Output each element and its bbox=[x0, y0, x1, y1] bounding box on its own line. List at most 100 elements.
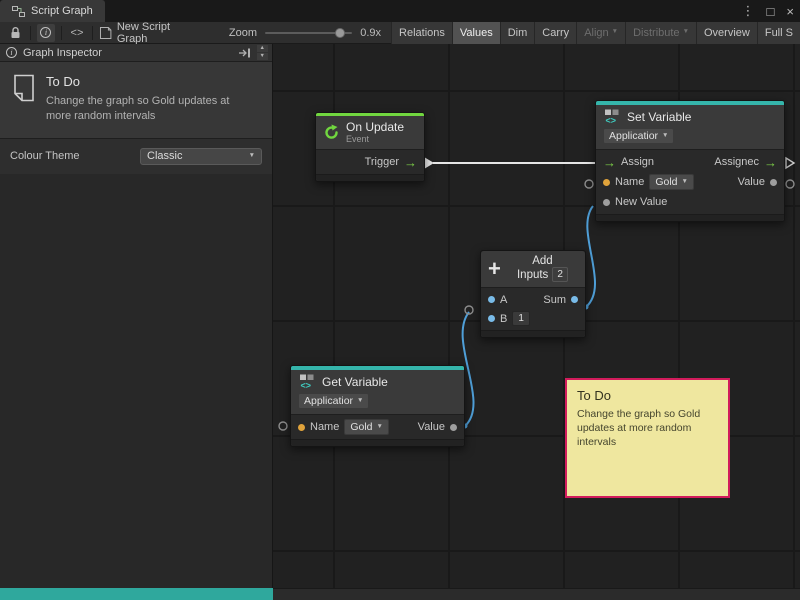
trigger-port-row[interactable]: Trigger → bbox=[316, 152, 424, 172]
outer-port-set-variable-value[interactable] bbox=[786, 180, 794, 188]
string-port-dot[interactable] bbox=[298, 424, 305, 431]
todo-text: Change the graph so Gold updates at more… bbox=[46, 94, 251, 124]
variable-scope-select[interactable]: Applicatior ▼ bbox=[298, 393, 369, 409]
dock-panel-icon[interactable] bbox=[238, 48, 251, 58]
caret-down-icon: ▼ bbox=[357, 398, 363, 405]
value-port-dot[interactable] bbox=[770, 179, 777, 186]
maximize-icon[interactable]: □ bbox=[767, 4, 775, 19]
panel-scroll-spinner: ▲ ▼ bbox=[257, 45, 268, 60]
outer-port-assigned-flow[interactable] bbox=[786, 158, 794, 168]
carry-button[interactable]: Carry bbox=[534, 22, 576, 44]
statusbar bbox=[273, 588, 800, 600]
new-value-port-label: New Value bbox=[615, 196, 667, 208]
code-icon[interactable]: <> bbox=[68, 24, 86, 42]
name-value-port-row[interactable]: Name Gold ▼ Value bbox=[291, 417, 464, 437]
node-add[interactable]: + Add Inputs 2 A Sum bbox=[480, 250, 586, 338]
distribute-button[interactable]: Distribute ▼ bbox=[625, 22, 696, 44]
new-value-port-row[interactable]: New Value bbox=[596, 192, 784, 212]
outer-port-get-variable-name[interactable] bbox=[279, 422, 287, 430]
b-value-input[interactable]: 1 bbox=[512, 311, 530, 326]
button-label: Carry bbox=[542, 27, 569, 39]
align-button[interactable]: Align▼ bbox=[576, 22, 625, 44]
variable-name-value: Gold bbox=[655, 176, 677, 188]
scroll-down-button[interactable]: ▼ bbox=[257, 53, 268, 60]
caret-down-icon: ▼ bbox=[683, 29, 689, 36]
string-port-dot[interactable] bbox=[603, 179, 610, 186]
value-port-dot[interactable] bbox=[450, 424, 457, 431]
name-value-port-row[interactable]: Name Gold ▼ Value bbox=[596, 172, 784, 192]
button-label: Relations bbox=[399, 27, 445, 39]
variable-scope-select[interactable]: Applicatior ▼ bbox=[603, 128, 674, 144]
sticky-note-title: To Do bbox=[577, 388, 718, 403]
button-label: Dim bbox=[508, 27, 528, 39]
values-button[interactable]: Values bbox=[452, 22, 500, 44]
add-plus-icon: + bbox=[488, 258, 501, 280]
b-port-label: B bbox=[500, 313, 507, 325]
assigned-port-label: Assignec bbox=[714, 156, 759, 168]
tab-script-graph[interactable]: Script Graph bbox=[0, 0, 105, 22]
lock-icon[interactable] bbox=[6, 24, 24, 42]
variable-name-select[interactable]: Gold ▼ bbox=[649, 174, 694, 190]
b-port-dot[interactable] bbox=[488, 315, 495, 322]
value-port-label: Value bbox=[418, 421, 445, 433]
zoom-label: Zoom bbox=[229, 27, 257, 39]
svg-text:<>: <> bbox=[606, 116, 617, 126]
flow-arrow-icon[interactable]: → bbox=[603, 156, 616, 169]
graph-inspector-header: i Graph Inspector ▲ ▼ bbox=[0, 44, 272, 62]
divider bbox=[92, 26, 93, 40]
node-title: Add bbox=[532, 255, 552, 267]
zoom-slider-handle[interactable] bbox=[335, 28, 345, 38]
scroll-up-button[interactable]: ▲ bbox=[257, 45, 268, 52]
flow-arrow-icon[interactable]: → bbox=[764, 156, 777, 169]
node-title: On Update bbox=[346, 120, 404, 134]
variables-icon: <> bbox=[298, 374, 316, 390]
variable-scope-value: Applicatior bbox=[609, 130, 658, 142]
window-controls: ⋮ □ × bbox=[742, 0, 794, 22]
todo-content: To Do Change the graph so Gold updates a… bbox=[46, 74, 251, 124]
a-port-dot[interactable] bbox=[488, 296, 495, 303]
zoom-slider[interactable] bbox=[265, 27, 352, 39]
node-title: Set Variable bbox=[627, 110, 691, 124]
caret-down-icon: ▼ bbox=[249, 153, 255, 160]
zoom-value: 0.9x bbox=[360, 27, 381, 39]
graph-inspector-toggle-button[interactable]: i bbox=[37, 24, 55, 42]
kebab-menu-icon[interactable]: ⋮ bbox=[742, 3, 755, 19]
dim-button[interactable]: Dim bbox=[500, 22, 535, 44]
new-value-port-dot[interactable] bbox=[603, 199, 610, 206]
a-sum-port-row[interactable]: A Sum bbox=[481, 290, 585, 309]
svg-text:<>: <> bbox=[301, 381, 312, 391]
button-label: Values bbox=[460, 27, 493, 39]
graph-canvas[interactable]: On Update Event Trigger → bbox=[273, 44, 800, 588]
input-count-field[interactable]: 2 bbox=[552, 267, 568, 282]
value-wire-add-to-set[interactable] bbox=[586, 206, 595, 307]
colour-theme-select[interactable]: Classic ▼ bbox=[140, 148, 262, 165]
new-script-graph-button[interactable]: New Script Graph bbox=[99, 21, 203, 45]
overview-button[interactable]: Overview bbox=[696, 22, 757, 44]
flow-arrow-icon[interactable]: → bbox=[404, 156, 417, 169]
node-subtitle: Event bbox=[346, 134, 404, 144]
node-footer bbox=[596, 214, 784, 221]
node-on-update[interactable]: On Update Event Trigger → bbox=[315, 112, 425, 182]
assign-port-row[interactable]: → Assign Assignec → bbox=[596, 152, 784, 172]
caret-down-icon: ▼ bbox=[662, 133, 668, 140]
node-title-line2: Inputs bbox=[517, 269, 548, 281]
graph-toolbar: i <> New Script Graph Zoom 0.9x Relation… bbox=[0, 22, 800, 44]
node-set-variable[interactable]: <> Set Variable Applicatior ▼ → Assign A… bbox=[595, 100, 785, 222]
b-port-row[interactable]: B 1 bbox=[481, 309, 585, 328]
close-icon[interactable]: × bbox=[786, 4, 794, 19]
relations-button[interactable]: Relations bbox=[391, 22, 452, 44]
sticky-note[interactable]: To Do Change the graph so Gold updates a… bbox=[565, 378, 730, 498]
sum-port-dot[interactable] bbox=[571, 296, 578, 303]
button-label: Distribute bbox=[633, 27, 679, 39]
button-label: Overview bbox=[704, 27, 750, 39]
fullscreen-button[interactable]: Full S bbox=[757, 22, 800, 44]
variable-scope-value: Applicatior bbox=[304, 395, 353, 407]
outer-port-set-variable-name[interactable] bbox=[585, 180, 593, 188]
graph-inspector-panel: i Graph Inspector ▲ ▼ To Do Change the g… bbox=[0, 44, 273, 588]
caret-down-icon: ▼ bbox=[377, 424, 383, 431]
colour-theme-row: Colour Theme Classic ▼ bbox=[0, 139, 272, 174]
node-get-variable[interactable]: <> Get Variable Applicatior ▼ Name Gold … bbox=[290, 365, 465, 447]
variable-name-select[interactable]: Gold ▼ bbox=[344, 419, 389, 435]
variable-name-value: Gold bbox=[350, 421, 372, 433]
sum-port-label: Sum bbox=[543, 294, 566, 306]
